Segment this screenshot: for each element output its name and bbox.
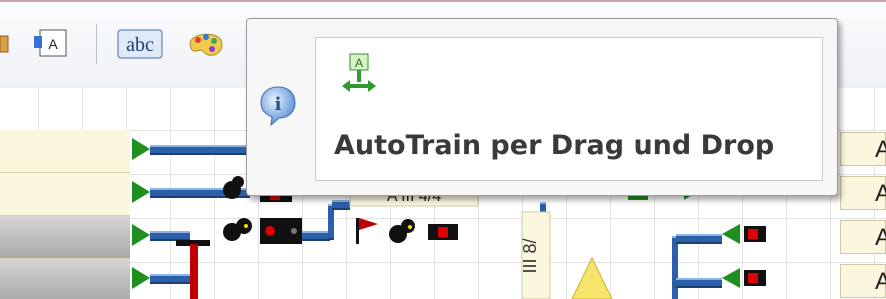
text-field-icon[interactable]: A bbox=[30, 26, 72, 62]
vertical-block-label-text: III 8/ bbox=[520, 238, 540, 273]
signal-icon[interactable] bbox=[223, 218, 302, 244]
direction-arrow-icon[interactable] bbox=[132, 138, 150, 160]
railway-control-window: A abc A III 4/4 III 8/ A A A A i A AutoT… bbox=[0, 0, 886, 299]
info-icon: i bbox=[260, 86, 296, 127]
tooltip: i A AutoTrain per Drag und Drop bbox=[246, 18, 838, 196]
warning-triangle-icon[interactable] bbox=[571, 256, 613, 299]
direction-arrow-icon[interactable] bbox=[132, 267, 150, 289]
buffer-stop-icon[interactable] bbox=[176, 240, 210, 299]
right-block-label[interactable]: A bbox=[840, 132, 886, 166]
signal-icon[interactable] bbox=[389, 219, 458, 243]
info-icon-letter: i bbox=[275, 94, 282, 115]
direction-arrow-icon[interactable] bbox=[132, 181, 150, 203]
right-block-label[interactable]: A bbox=[840, 264, 886, 298]
vertical-block-label[interactable]: III 8/ bbox=[520, 211, 551, 299]
block-label-row-1[interactable] bbox=[0, 130, 130, 173]
locomotive-photo-row-3[interactable] bbox=[0, 216, 130, 259]
right-block-label[interactable]: A bbox=[840, 176, 886, 210]
spellcheck-icon-label: abc bbox=[126, 34, 154, 56]
autotrain-icon: A bbox=[342, 53, 376, 92]
track-segment[interactable] bbox=[150, 145, 250, 155]
autotrain-icon-letter: A bbox=[355, 56, 363, 70]
toolbar-separator bbox=[96, 24, 97, 64]
drag-handle-icon[interactable] bbox=[0, 26, 14, 62]
signal-icon[interactable] bbox=[722, 224, 766, 244]
window-top-border bbox=[0, 0, 886, 2]
palette-icon[interactable] bbox=[184, 26, 228, 62]
locomotive-photo-row-4[interactable] bbox=[0, 259, 130, 299]
tooltip-title: AutoTrain per Drag und Drop bbox=[334, 130, 775, 161]
spellcheck-icon[interactable]: abc bbox=[116, 26, 164, 62]
flag-icon[interactable] bbox=[356, 218, 378, 244]
right-block-label[interactable]: A bbox=[840, 220, 886, 254]
text-field-icon-letter: A bbox=[48, 36, 58, 52]
block-label-row-2[interactable] bbox=[0, 173, 130, 216]
tooltip-content: A AutoTrain per Drag und Drop bbox=[315, 37, 823, 181]
signal-icon[interactable] bbox=[722, 268, 766, 288]
direction-arrow-icon[interactable] bbox=[132, 224, 150, 246]
